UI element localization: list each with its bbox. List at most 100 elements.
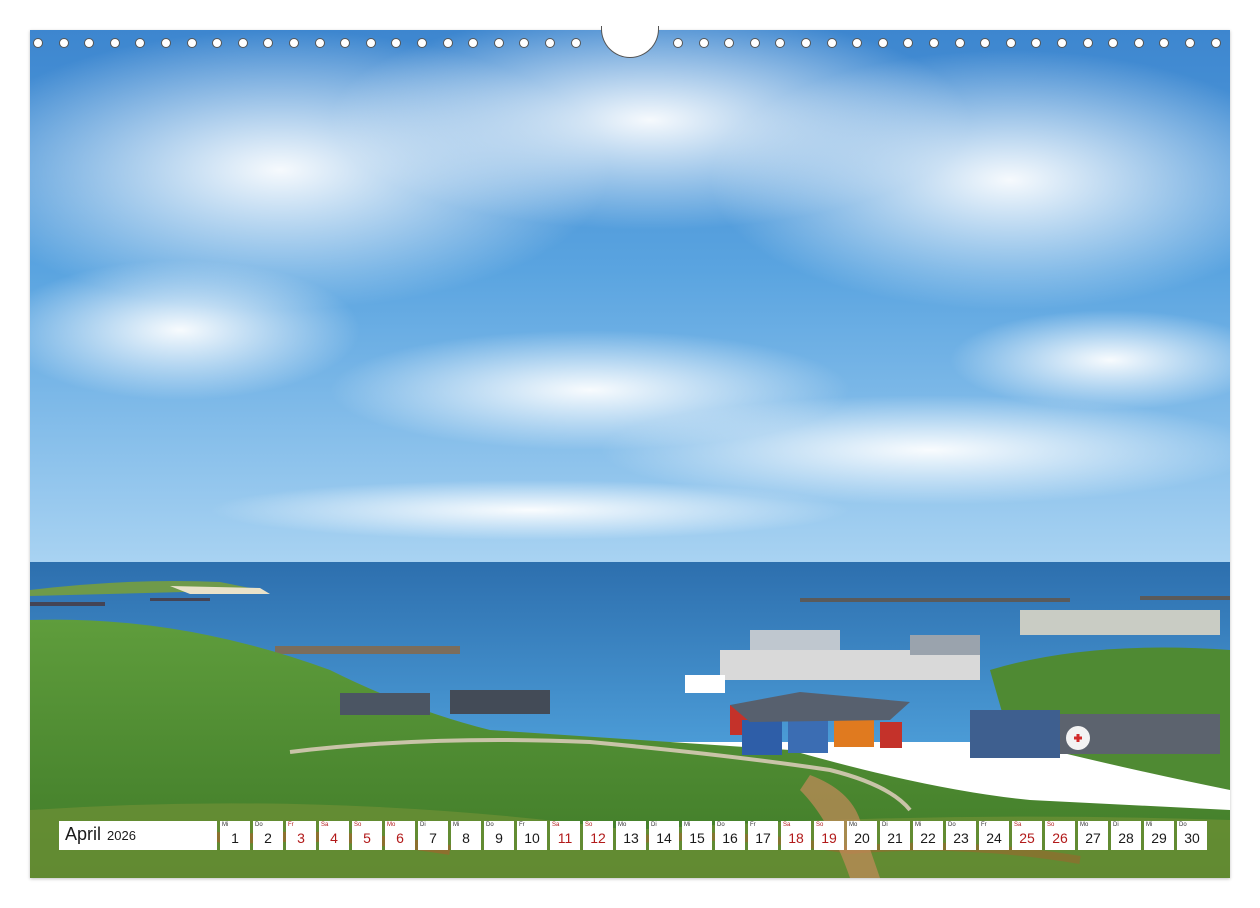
day-cell: Do 23	[946, 821, 976, 850]
day-cell: Sa 18	[781, 821, 811, 850]
calendar-strip: April 2026 Mi 1 Do 2 Fr 3 Sa 4 So 5 Mo 6 Di 7 Mi 8 Do 9 Fr…	[59, 821, 1207, 850]
day-number: 9	[495, 830, 503, 846]
binding-hole	[365, 38, 376, 48]
binding-hole	[84, 38, 95, 48]
binding-hole	[493, 38, 504, 48]
day-number: 16	[722, 830, 738, 846]
day-of-week: Mi	[915, 822, 922, 828]
binding-hole	[161, 38, 171, 48]
day-of-week: Mi	[222, 822, 229, 828]
day-cell: Do 9	[484, 821, 514, 850]
day-of-week: Sa	[552, 822, 560, 828]
day-cell: Mi 15	[682, 821, 712, 850]
day-of-week: Fr	[288, 822, 294, 828]
day-number: 21	[887, 830, 903, 846]
day-number: 17	[755, 830, 771, 846]
binding-hole	[340, 38, 351, 48]
day-of-week: Mi	[1146, 822, 1153, 828]
day-of-week: Do	[948, 822, 956, 828]
binding-hole	[1159, 38, 1170, 48]
day-cell: Mi 1	[220, 821, 250, 850]
binding-hole	[1108, 38, 1119, 48]
day-number: 11	[557, 830, 573, 846]
day-cell: So 5	[352, 821, 382, 850]
binding-hole	[237, 38, 248, 48]
day-cell: So 19	[814, 821, 844, 850]
day-of-week: Sa	[321, 822, 329, 828]
day-of-week: Mi	[684, 822, 691, 828]
day-number: 6	[396, 830, 404, 846]
day-of-week: Mo	[618, 822, 627, 828]
binding-hole	[980, 38, 991, 48]
day-of-week: Fr	[750, 822, 756, 828]
harbor-landscape-photo	[30, 30, 1230, 878]
day-of-week: So	[585, 822, 593, 828]
binding-hole	[289, 38, 299, 48]
day-cell: Di 7	[418, 821, 448, 850]
binding-hole	[1133, 38, 1144, 48]
day-cell: Fr 3	[286, 821, 316, 850]
day-of-week: Mo	[849, 822, 858, 828]
day-of-week: Di	[420, 822, 426, 828]
day-number: 14	[656, 830, 672, 846]
day-cell: Sa 11	[550, 821, 580, 850]
day-number: 30	[1184, 830, 1200, 846]
day-number: 1	[231, 830, 239, 846]
day-cell: So 12	[583, 821, 613, 850]
day-number: 23	[953, 830, 969, 846]
day-cell: Do 16	[715, 821, 745, 850]
day-of-week: Sa	[1014, 822, 1022, 828]
day-number: 2	[264, 830, 272, 846]
binding-hole	[929, 38, 939, 48]
day-number: 26	[1052, 830, 1068, 846]
binding-hole	[775, 38, 786, 48]
day-cell: Fr 17	[748, 821, 778, 850]
day-number: 20	[854, 830, 870, 846]
binding-hole	[545, 38, 555, 48]
binding-hole	[33, 38, 43, 48]
binding-hole	[673, 38, 683, 48]
day-number: 19	[821, 830, 837, 846]
binding-hole	[826, 38, 837, 48]
binding-hole	[212, 38, 223, 48]
binding-hole	[442, 38, 453, 48]
day-of-week: So	[354, 822, 362, 828]
binding-hole	[1185, 38, 1195, 48]
day-cell: Do 30	[1177, 821, 1207, 850]
day-number: 5	[363, 830, 371, 846]
day-cell: So 26	[1045, 821, 1075, 850]
day-cell: Di 28	[1111, 821, 1141, 850]
binding-hole	[186, 38, 197, 48]
day-number: 10	[524, 830, 540, 846]
calendar-page: April 2026 Mi 1 Do 2 Fr 3 Sa 4 So 5 Mo 6 Di 7 Mi 8 Do 9 Fr…	[0, 0, 1260, 908]
day-number: 12	[590, 830, 606, 846]
day-of-week: Mi	[453, 822, 460, 828]
day-number: 25	[1019, 830, 1035, 846]
day-cell: Mo 13	[616, 821, 646, 850]
day-of-week: Do	[1179, 822, 1187, 828]
day-of-week: Mo	[387, 822, 396, 828]
day-of-week: Do	[255, 822, 263, 828]
binding-hole	[801, 38, 811, 48]
day-cell: Sa 25	[1012, 821, 1042, 850]
day-cell: Di 21	[880, 821, 910, 850]
day-of-week: Fr	[981, 822, 987, 828]
month-year: 2026	[107, 828, 136, 843]
day-number: 13	[623, 830, 639, 846]
day-cell: Mo 20	[847, 821, 877, 850]
photo-illustration	[30, 30, 1230, 878]
day-cell: Mi 22	[913, 821, 943, 850]
day-number: 8	[462, 830, 470, 846]
day-number: 4	[330, 830, 338, 846]
day-of-week: Sa	[783, 822, 791, 828]
binding-hole	[58, 38, 69, 48]
binding-hole	[1057, 38, 1067, 48]
day-cell: Mi 8	[451, 821, 481, 850]
binding-hole	[749, 38, 760, 48]
day-cell: Mo 6	[385, 821, 415, 850]
day-of-week: Do	[486, 822, 494, 828]
day-number: 29	[1151, 830, 1167, 846]
day-number: 18	[788, 830, 804, 846]
day-of-week: Do	[717, 822, 725, 828]
month-label: April 2026	[59, 821, 217, 850]
